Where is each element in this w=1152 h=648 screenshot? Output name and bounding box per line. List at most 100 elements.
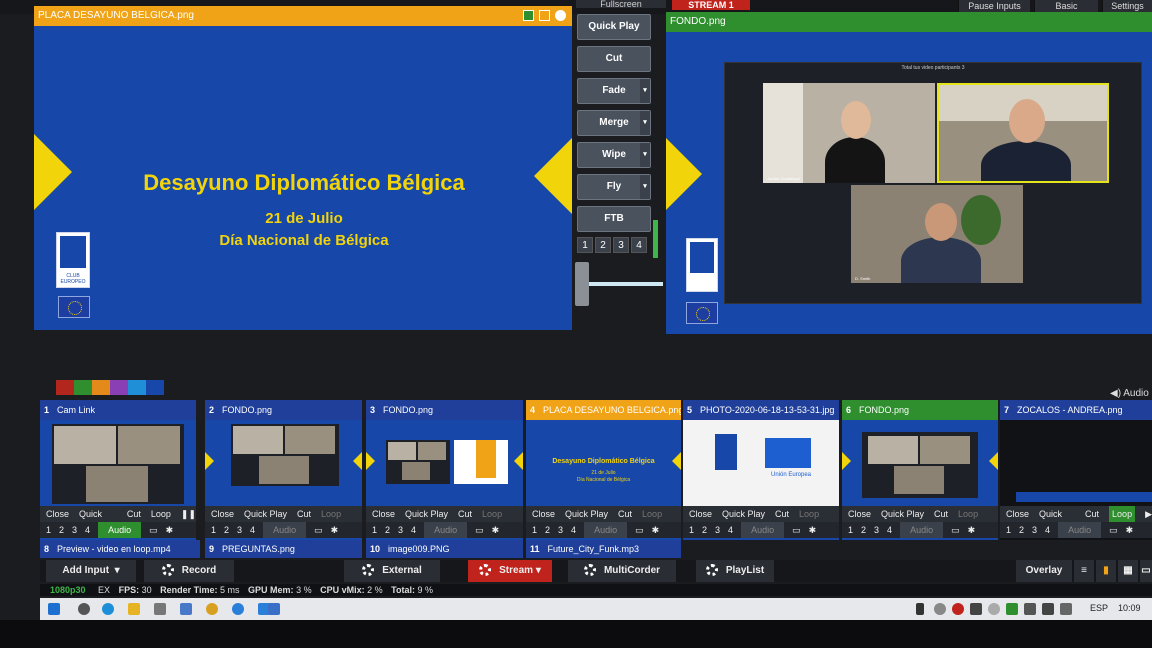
photo-thumbnail[interactable]: Unión Europea <box>683 420 839 506</box>
close-button[interactable]: Close <box>1006 506 1029 522</box>
gear-icon[interactable] <box>555 10 566 21</box>
overlay-1-button[interactable]: 1 <box>532 522 537 538</box>
overlay-4-button[interactable]: 4 <box>728 522 733 538</box>
overlay-3-button[interactable]: 3 <box>874 522 879 538</box>
monitor-icon[interactable]: ▭ <box>635 522 644 538</box>
gear-icon[interactable] <box>705 564 718 577</box>
fly-dropdown-icon[interactable]: ▾ <box>640 175 650 199</box>
close-button[interactable]: Close <box>689 506 712 522</box>
overlay-3-button[interactable]: 3 <box>1032 522 1037 538</box>
color-icon[interactable] <box>523 10 534 21</box>
monitor-icon[interactable]: ▭ <box>314 522 323 538</box>
fade-button[interactable]: Fade ▾ <box>577 78 651 104</box>
loop-button[interactable]: Loop <box>321 506 341 522</box>
overlay-2-button[interactable]: 2 <box>224 522 229 538</box>
add-input-button[interactable]: Add Input ▾ <box>46 560 136 582</box>
pause-icon[interactable]: ❚❚ <box>181 506 196 522</box>
cut-button[interactable]: Cut <box>1085 506 1099 522</box>
gear-icon[interactable]: ✱ <box>968 522 976 538</box>
overlay-2-button[interactable]: 2 <box>702 522 707 538</box>
vmix-icon[interactable] <box>268 603 280 615</box>
monitor-icon[interactable]: ▭ <box>149 522 158 538</box>
input-thumbnail[interactable] <box>231 424 339 486</box>
fullscreen-button[interactable]: Fullscreen <box>576 0 666 9</box>
input-tile-6[interactable]: 6 FONDO.png Close Quick Play Cut Loop 123… <box>842 400 998 540</box>
swatch-purple[interactable] <box>110 380 128 395</box>
audio-button[interactable]: Audio <box>98 522 142 538</box>
input-thumbnail[interactable] <box>862 432 978 498</box>
quick-play-button[interactable]: Quick Play <box>405 506 448 522</box>
swatch-green[interactable] <box>74 380 92 395</box>
overlay-4-button[interactable]: 4 <box>887 522 892 538</box>
audio-button[interactable]: Audio <box>424 522 468 538</box>
keyboard-language[interactable]: ESP <box>1090 603 1108 613</box>
tray-icon[interactable] <box>916 603 924 615</box>
output-panel[interactable]: FONDO.png Total tus video participants 3… <box>666 12 1152 334</box>
cut-button[interactable]: Cut <box>775 506 789 522</box>
task-view-icon[interactable] <box>78 603 90 615</box>
monitor-icon[interactable]: ▭ <box>792 522 801 538</box>
monitor-icon[interactable]: ▭ <box>951 522 960 538</box>
overlay-4-button[interactable]: 4 <box>250 522 255 538</box>
close-button[interactable]: Close <box>848 506 871 522</box>
overlay-1-button[interactable]: 1 <box>848 522 853 538</box>
input-tile-3[interactable]: 3 FONDO.png Close Quick Play Cut Loop 123… <box>366 400 523 540</box>
app-icon[interactable] <box>154 603 166 615</box>
lower-third-thumbnail[interactable] <box>1016 492 1152 502</box>
audio-button[interactable]: Audio <box>263 522 307 538</box>
swatch-blue[interactable] <box>146 380 164 395</box>
playlist-button[interactable]: PlayList <box>696 560 774 582</box>
tray-icon[interactable] <box>1024 603 1036 615</box>
tray-icon[interactable] <box>934 603 946 615</box>
cut-button[interactable]: Cut <box>458 506 472 522</box>
monitor-icon[interactable]: ▭ <box>475 522 484 538</box>
input-thumbnail[interactable] <box>386 440 450 484</box>
close-button[interactable]: Close <box>211 506 234 522</box>
quick-play-button[interactable]: Quick Play <box>1039 506 1075 535</box>
input-tile-4[interactable]: 4 PLACA DESAYUNO BELGICA.png Desayuno Dip… <box>526 400 681 540</box>
menu-icon[interactable]: ≡ <box>1074 560 1094 582</box>
overlay-2-button[interactable]: 2 <box>59 522 64 538</box>
quick-play-button[interactable]: Quick Play <box>881 506 924 522</box>
overlay-2-button[interactable]: 2 <box>545 522 550 538</box>
map-thumbnail[interactable] <box>454 440 508 484</box>
overlay-4-button[interactable]: 4 <box>85 522 90 538</box>
fly-button[interactable]: Fly ▾ <box>577 174 651 200</box>
layout-icon[interactable]: ▭ <box>1140 560 1152 582</box>
gear-icon[interactable]: ✱ <box>1126 522 1134 538</box>
close-button[interactable]: Close <box>532 506 555 522</box>
loop-button[interactable]: Loop <box>482 506 502 522</box>
transition-3-button[interactable]: 3 <box>613 237 629 253</box>
merge-dropdown-icon[interactable]: ▾ <box>640 111 650 135</box>
network-icon[interactable] <box>1042 603 1054 615</box>
overlay-4-button[interactable]: 4 <box>411 522 416 538</box>
external-button[interactable]: External <box>344 560 440 582</box>
grid-icon[interactable]: ▦ <box>1118 560 1138 582</box>
overlay-1-button[interactable]: 1 <box>46 522 51 538</box>
overlay-4-button[interactable]: 4 <box>571 522 576 538</box>
transition-4-button[interactable]: 4 <box>631 237 647 253</box>
loop-button[interactable]: Loop <box>642 506 662 522</box>
input-thumbnail[interactable] <box>52 424 184 504</box>
audio-button[interactable]: Audio <box>1058 522 1102 538</box>
gear-icon[interactable] <box>479 564 492 577</box>
tray-icon[interactable] <box>988 603 1000 615</box>
overlay-4-button[interactable]: 4 <box>1045 522 1050 538</box>
audio-button[interactable]: Audio <box>584 522 628 538</box>
quick-play-button[interactable]: Quick Play <box>244 506 287 522</box>
overlay-1-button[interactable]: 1 <box>689 522 694 538</box>
quick-play-button[interactable]: Quick Play <box>577 14 651 40</box>
merge-button[interactable]: Merge ▾ <box>577 110 651 136</box>
cut-button[interactable]: Cut <box>577 46 651 72</box>
overlay-3-button[interactable]: 3 <box>558 522 563 538</box>
gear-icon[interactable] <box>161 564 174 577</box>
wipe-dropdown-icon[interactable]: ▾ <box>640 143 650 167</box>
loop-button[interactable]: Loop <box>151 506 171 522</box>
input-tile-2[interactable]: 2 FONDO.png Close Quick Play Cut Loop 123… <box>205 400 362 540</box>
transition-1-button[interactable]: 1 <box>577 237 593 253</box>
quick-play-button[interactable]: Quick Play <box>722 506 765 522</box>
edge-icon[interactable] <box>102 603 114 615</box>
transition-2-button[interactable]: 2 <box>595 237 611 253</box>
overlay-2-button[interactable]: 2 <box>861 522 866 538</box>
play-icon[interactable]: ▶ <box>1145 506 1152 522</box>
